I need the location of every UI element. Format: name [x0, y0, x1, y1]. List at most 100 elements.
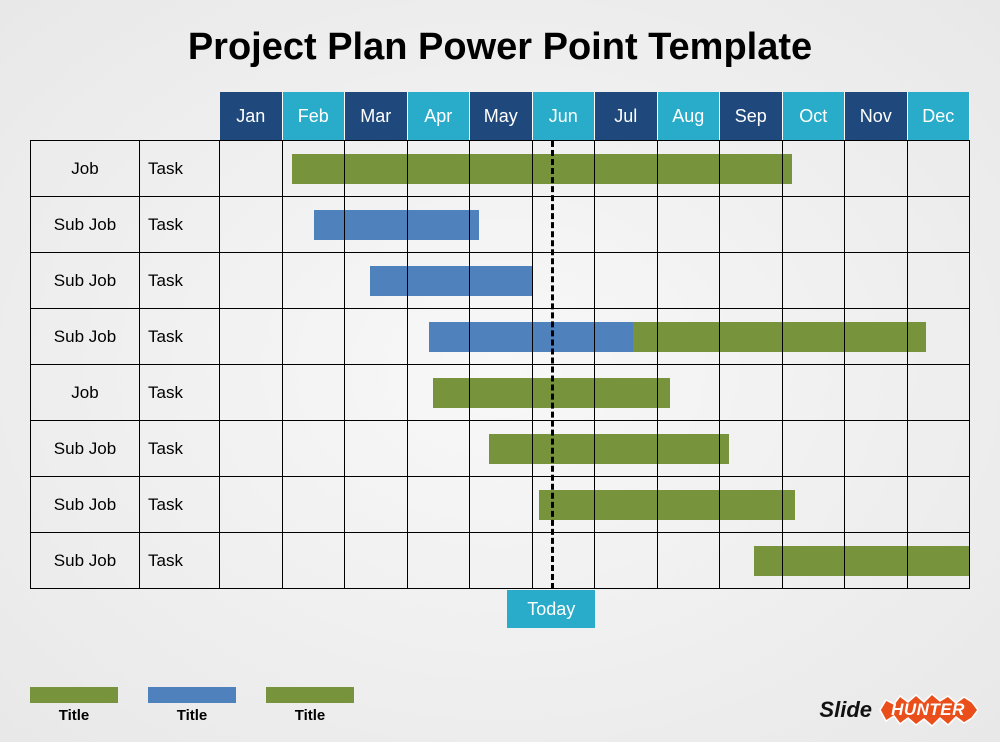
grid-cell — [533, 197, 596, 253]
grid-cell — [783, 309, 846, 365]
grid-cell — [845, 253, 908, 309]
job-label: Sub Job — [30, 309, 140, 365]
grid-cell — [658, 477, 721, 533]
grid-cell — [470, 309, 533, 365]
grid-cell — [345, 477, 408, 533]
grid-cell — [345, 533, 408, 589]
month-header-cell: Aug — [658, 92, 721, 140]
job-label: Job — [30, 365, 140, 421]
grid-cell — [283, 477, 346, 533]
grid-cell — [908, 421, 971, 477]
grid-cell — [908, 477, 971, 533]
month-header-cell: Sep — [720, 92, 783, 140]
gantt-row: Sub JobTask — [30, 253, 970, 309]
grid-cell — [783, 365, 846, 421]
job-label: Sub Job — [30, 253, 140, 309]
grid-cell — [658, 533, 721, 589]
legend-swatch — [148, 687, 236, 703]
grid-cell — [845, 141, 908, 197]
grid-cell — [845, 197, 908, 253]
grid-cell — [658, 141, 721, 197]
gantt-row: JobTask — [30, 365, 970, 421]
grid-cell — [720, 421, 783, 477]
month-header-cell: Feb — [283, 92, 346, 140]
grid-cell — [595, 309, 658, 365]
legend-label: Title — [59, 707, 90, 724]
gantt-row: Sub JobTask — [30, 477, 970, 533]
month-header-cell: Apr — [408, 92, 471, 140]
grid-cell — [408, 197, 471, 253]
grid-cell — [345, 253, 408, 309]
grid-cell — [783, 141, 846, 197]
grid-cell — [408, 309, 471, 365]
month-header-cell: Jul — [595, 92, 658, 140]
grid-cell — [533, 141, 596, 197]
grid-cell — [533, 253, 596, 309]
grid-cell — [408, 477, 471, 533]
gantt-row: JobTask — [30, 141, 970, 197]
gantt-chart: JanFebMarAprMayJunJulAugSepOctNovDec Job… — [30, 92, 970, 589]
grid-cell — [470, 477, 533, 533]
grid-cell — [595, 533, 658, 589]
grid-cell — [845, 421, 908, 477]
grid-cell — [908, 253, 971, 309]
grid-cell — [220, 365, 283, 421]
month-header-cell: Jan — [220, 92, 283, 140]
legend-label: Title — [177, 707, 208, 724]
grid-cell — [845, 477, 908, 533]
grid-cell — [283, 141, 346, 197]
grid-cell — [533, 365, 596, 421]
legend-label: Title — [295, 707, 326, 724]
grid-cell — [470, 141, 533, 197]
grid-cell — [845, 309, 908, 365]
grid-cell — [595, 197, 658, 253]
grid-cell — [283, 197, 346, 253]
grid-cell — [220, 141, 283, 197]
grid-cell — [220, 197, 283, 253]
month-header-cell: Jun — [533, 92, 596, 140]
grid-cell — [408, 365, 471, 421]
grid-cell — [783, 253, 846, 309]
grid-cell — [345, 365, 408, 421]
month-header-cell: Oct — [783, 92, 846, 140]
grid-cell — [345, 309, 408, 365]
grid-cell — [470, 421, 533, 477]
job-label: Sub Job — [30, 197, 140, 253]
slide-title: Project Plan Power Point Template — [0, 0, 1000, 79]
grid-cell — [470, 365, 533, 421]
job-label: Job — [30, 141, 140, 197]
month-header-cell: May — [470, 92, 533, 140]
grid-cell — [220, 253, 283, 309]
task-label: Task — [140, 365, 220, 421]
grid-cell — [220, 309, 283, 365]
grid-cell — [658, 365, 721, 421]
grid-cell — [783, 477, 846, 533]
grid-cell — [595, 365, 658, 421]
grid-cell — [345, 197, 408, 253]
grid-cell — [408, 141, 471, 197]
grid-cell — [533, 309, 596, 365]
brand-hunter-badge: HUNTER — [874, 692, 982, 728]
job-label: Sub Job — [30, 477, 140, 533]
grid-cell — [908, 197, 971, 253]
grid-cell — [908, 533, 971, 589]
grid-cell — [720, 365, 783, 421]
month-header-cell: Nov — [845, 92, 908, 140]
legend-item: Title — [30, 687, 118, 724]
task-label: Task — [140, 477, 220, 533]
grid-cell — [220, 477, 283, 533]
task-label: Task — [140, 197, 220, 253]
month-header-cell: Mar — [345, 92, 408, 140]
task-label: Task — [140, 141, 220, 197]
today-label: Today — [507, 590, 595, 628]
task-label: Task — [140, 533, 220, 589]
grid-cell — [783, 197, 846, 253]
grid-cell — [720, 477, 783, 533]
grid-cell — [408, 533, 471, 589]
grid-cell — [595, 253, 658, 309]
grid-cell — [595, 141, 658, 197]
grid-cell — [908, 141, 971, 197]
gantt-grid: JobTaskSub JobTaskSub JobTaskSub JobTask… — [30, 140, 970, 589]
grid-cell — [470, 533, 533, 589]
gantt-row: Sub JobTask — [30, 197, 970, 253]
